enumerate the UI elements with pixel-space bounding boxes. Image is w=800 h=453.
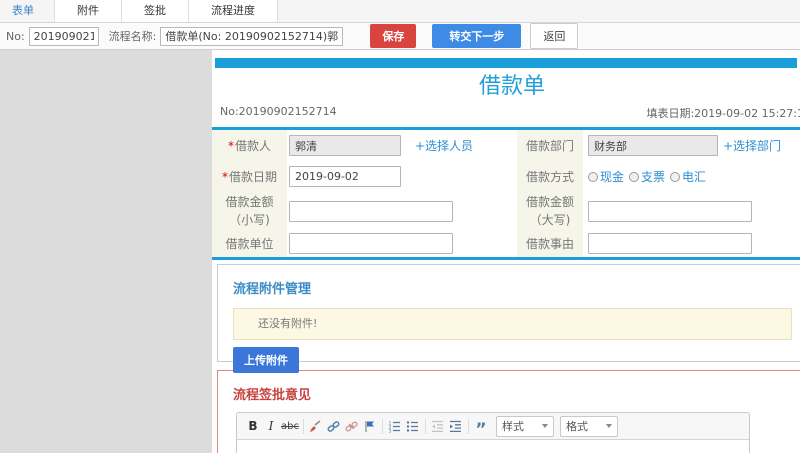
tab-bar: 表单 附件 签批 流程进度 bbox=[0, 0, 800, 23]
borrower-input[interactable] bbox=[289, 135, 401, 156]
no-attachment-alert: 还没有附件! bbox=[233, 308, 792, 340]
bulleted-list-icon[interactable] bbox=[405, 417, 421, 435]
loan-method-label: 借款方式 bbox=[517, 161, 583, 192]
content-panel: 借款单 No:20190902152714 填表日期:2019-09-02 15… bbox=[212, 50, 800, 453]
loan-unit-input[interactable] bbox=[289, 233, 453, 254]
loan-unit-cell bbox=[287, 230, 517, 257]
no-label: No: bbox=[6, 29, 25, 43]
remove-format-icon[interactable] bbox=[308, 417, 324, 435]
loan-date-input[interactable] bbox=[289, 166, 401, 187]
select-department-link[interactable]: +选择部门 bbox=[723, 137, 781, 154]
action-bar: No: 流程名称: 保存 转交下一步 返回 bbox=[0, 23, 800, 50]
attachment-section-title: 流程附件管理 bbox=[233, 282, 312, 297]
forward-next-step-button[interactable]: 转交下一步 bbox=[432, 24, 522, 48]
back-button[interactable]: 返回 bbox=[530, 23, 579, 49]
process-name-label: 流程名称: bbox=[108, 30, 157, 43]
tab-approval[interactable]: 签批 bbox=[121, 0, 189, 22]
loan-unit-label: 借款单位 bbox=[212, 230, 287, 257]
format-dropdown[interactable]: 格式 bbox=[559, 415, 618, 437]
department-cell: +选择部门 bbox=[583, 130, 800, 161]
amount-big-label: 借款金额（大写) bbox=[517, 192, 583, 230]
radio-option-cheque[interactable]: 支票 bbox=[629, 168, 665, 185]
required-asterisk: * bbox=[221, 169, 228, 184]
chevron-down-icon bbox=[605, 424, 612, 428]
no-input[interactable] bbox=[28, 26, 99, 46]
italic-icon[interactable]: I bbox=[263, 417, 279, 435]
amount-small-label: 借款金额（小写) bbox=[212, 192, 287, 230]
form-title: 借款单 bbox=[478, 74, 545, 99]
form-header-row: No:20190902152714 填表日期:2019-09-02 15:27:… bbox=[212, 101, 800, 127]
top-accent-bar bbox=[215, 58, 797, 68]
blockquote-icon[interactable]: ” bbox=[473, 417, 489, 438]
format-dropdown-label: 格式 bbox=[565, 420, 588, 433]
approval-section-title: 流程签批意见 bbox=[233, 388, 312, 403]
radio-icon[interactable] bbox=[588, 171, 598, 182]
loan-date-label: *借款日期 bbox=[212, 161, 287, 192]
numbered-list-icon[interactable]: 123 bbox=[387, 417, 403, 435]
department-label: 借款部门 bbox=[517, 130, 583, 161]
form-date-text: 填表日期:2019-09-02 15:27:1 bbox=[646, 107, 800, 120]
outdent-icon[interactable] bbox=[430, 417, 446, 435]
toolbar-separator bbox=[381, 418, 383, 434]
tab-form[interactable]: 表单 bbox=[0, 0, 46, 22]
upload-attachment-button[interactable]: 上传附件 bbox=[233, 347, 299, 373]
style-dropdown[interactable]: 样式 bbox=[495, 415, 554, 437]
divider-line-bottom bbox=[212, 257, 800, 260]
bold-icon[interactable]: B bbox=[245, 417, 261, 435]
loan-reason-input[interactable] bbox=[588, 233, 752, 254]
toolbar-separator bbox=[467, 418, 469, 434]
toolbar-separator bbox=[424, 418, 426, 434]
radio-icon[interactable] bbox=[629, 171, 640, 182]
loan-method-radio-group: 现金 支票 电汇 bbox=[588, 168, 711, 185]
strikethrough-icon[interactable]: abc bbox=[281, 417, 299, 435]
editor-toolbar: B I abc 123 ” 样式 格式 bbox=[237, 413, 749, 440]
toolbar-separator bbox=[302, 418, 304, 434]
loan-method-cell: 现金 支票 电汇 bbox=[583, 161, 800, 192]
select-person-link[interactable]: +选择人员 bbox=[415, 137, 473, 154]
svg-text:3: 3 bbox=[389, 428, 392, 433]
radio-option-cash[interactable]: 现金 bbox=[588, 168, 624, 185]
chevron-down-icon bbox=[541, 424, 548, 428]
required-asterisk: * bbox=[227, 138, 234, 153]
tab-attachment[interactable]: 附件 bbox=[54, 0, 122, 22]
style-dropdown-label: 样式 bbox=[501, 420, 524, 433]
borrower-cell: +选择人员 bbox=[287, 130, 517, 161]
editor-content-area[interactable] bbox=[237, 440, 749, 453]
loan-reason-label: 借款事由 bbox=[517, 230, 583, 257]
rich-text-editor: B I abc 123 ” 样式 格式 bbox=[236, 412, 750, 453]
anchor-flag-icon[interactable] bbox=[362, 417, 378, 435]
link-icon[interactable] bbox=[326, 417, 342, 435]
radio-option-wire[interactable]: 电汇 bbox=[670, 168, 706, 185]
amount-small-input[interactable] bbox=[289, 200, 453, 222]
loan-form: *借款人 +选择人员 借款部门 +选择部门 *借款日期 借款方式 现金 bbox=[212, 130, 800, 257]
department-input[interactable] bbox=[588, 135, 718, 156]
process-name-input[interactable] bbox=[160, 26, 344, 46]
borrower-label: *借款人 bbox=[212, 130, 287, 161]
form-no-text: No:20190902152714 bbox=[220, 105, 337, 118]
loan-reason-cell bbox=[583, 230, 800, 257]
approval-section: 流程签批意见 B I abc 1 2 3 ” 样式 格式 bbox=[217, 370, 800, 453]
loan-date-cell bbox=[287, 161, 517, 192]
attachment-section: 流程附件管理 还没有附件! 上传附件 bbox=[217, 264, 800, 373]
amount-big-cell bbox=[583, 192, 800, 230]
indent-icon[interactable] bbox=[448, 417, 464, 435]
tab-process-progress[interactable]: 流程进度 bbox=[188, 0, 278, 22]
radio-icon[interactable] bbox=[670, 171, 681, 182]
amount-big-input[interactable] bbox=[588, 200, 752, 222]
unlink-icon[interactable] bbox=[344, 417, 360, 435]
amount-small-cell bbox=[287, 192, 517, 230]
save-button[interactable]: 保存 bbox=[370, 24, 417, 48]
